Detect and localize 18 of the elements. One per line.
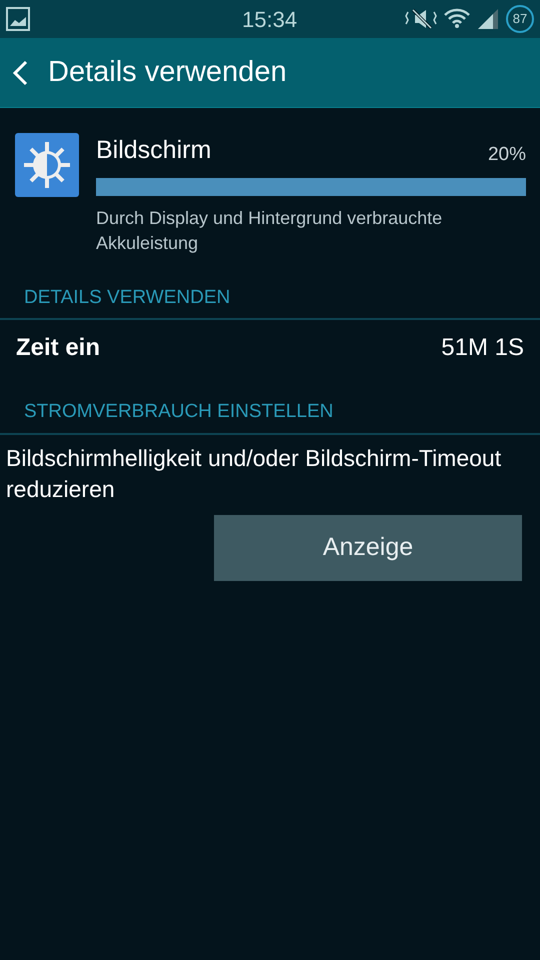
screen-title: Details verwenden	[48, 54, 287, 90]
section-header: STROMVERBRAUCH EINSTELLEN	[0, 398, 540, 434]
hint-text: Bildschirmhelligkeit und/oder Bildschirm-Timeout reduzieren	[6, 444, 502, 504]
gallery-icon	[6, 7, 30, 31]
usage-description: Durch Display und Hintergrund verbrauchte Akkuleistung	[96, 206, 444, 255]
usage-percent: 20%	[488, 143, 526, 167]
mute-icon	[404, 8, 438, 30]
row-label: Zeit ein	[16, 333, 100, 363]
section-header: DETAILS VERWENDEN	[0, 284, 540, 320]
brightness-icon	[14, 132, 80, 198]
battery-indicator: 87	[506, 5, 534, 33]
app-name: Bildschirm	[96, 135, 212, 166]
signal-icon	[476, 7, 500, 31]
wifi-icon	[444, 7, 470, 31]
back-icon	[12, 60, 28, 86]
row-value: 51M 1S	[441, 333, 524, 363]
clock: 15:34	[242, 6, 298, 34]
display-button[interactable]: Anzeige	[214, 514, 522, 580]
